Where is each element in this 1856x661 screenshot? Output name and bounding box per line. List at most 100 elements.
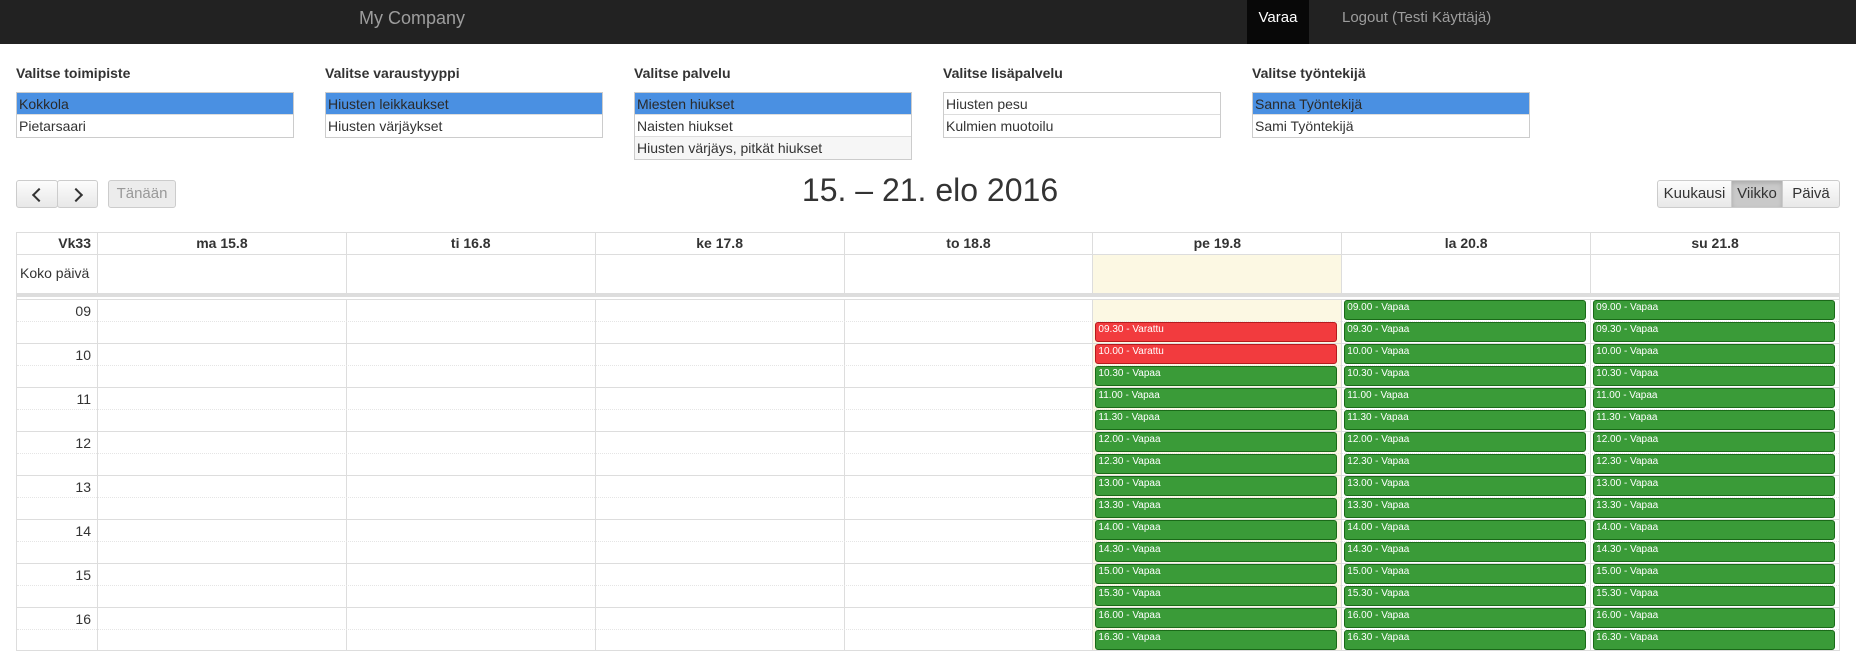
filter-listbox[interactable]: Miesten hiukset Naisten hiukset Hiusten vä… [634,92,912,160]
filter-option[interactable]: Hiusten leikkaukset [326,93,602,115]
free-slot-event[interactable]: 13.30 - Vapaa [1095,498,1338,518]
free-slot-event[interactable]: 14.00 - Vapaa [1095,520,1338,540]
free-slot-event[interactable]: 16.30 - Vapaa [1344,630,1587,650]
all-day-cell[interactable] [594,255,844,293]
day-header: ti 16.8 [345,233,595,254]
free-slot-event[interactable]: 10.30 - Vapaa [1593,366,1835,386]
filter-group: Valitse palvelu Miesten hiukset Naisten hi… [634,64,912,160]
view-button[interactable]: Kuukausi [1657,180,1732,208]
free-slot-event[interactable]: 16.00 - Vapaa [1344,608,1587,628]
filter-group: Valitse varaustyyppi Hiusten leikkaukset H… [325,64,603,138]
free-slot-event[interactable]: 11.30 - Vapaa [1095,410,1338,430]
free-slot-event[interactable]: 12.00 - Vapaa [1095,432,1338,452]
week-calendar: Vk33 ma 15.8 ti 16.8 ke 17.8 to 18.8 pe 19.8… [16,232,1840,651]
day-header: la 20.8 [1341,233,1590,254]
filter-option[interactable]: Hiusten pesu [944,93,1220,115]
hour-label: 15 [75,567,91,583]
free-slot-event[interactable]: 10.00 - Vapaa [1593,344,1835,364]
free-slot-event[interactable]: 09.00 - Vapaa [1344,300,1587,320]
day-header: ke 17.8 [594,233,844,254]
free-slot-event[interactable]: 11.00 - Vapaa [1593,388,1835,408]
nav-item-varaa[interactable]: Varaa [1247,0,1309,44]
hour-label: 09 [75,303,91,319]
free-slot-event[interactable]: 10.30 - Vapaa [1095,366,1338,386]
free-slot-event[interactable]: 16.00 - Vapaa [1593,608,1835,628]
day-header: ma 15.8 [97,233,346,254]
all-day-cell[interactable] [1092,255,1342,293]
next-button[interactable] [57,180,98,208]
week-number: Vk33 [58,235,91,251]
filter-option[interactable]: Pietarsaari [17,115,293,137]
booked-slot-event[interactable]: 09.30 - Varattu [1095,322,1338,342]
free-slot-event[interactable]: 11.00 - Vapaa [1344,388,1587,408]
free-slot-event[interactable]: 12.00 - Vapaa [1344,432,1587,452]
view-button[interactable]: Viikko [1731,180,1783,208]
filter-label: Valitse toimipiste [16,65,131,81]
filter-option[interactable]: Kulmien muotoilu [944,115,1220,137]
free-slot-event[interactable]: 16.30 - Vapaa [1095,630,1338,650]
free-slot-event[interactable]: 15.00 - Vapaa [1095,564,1338,584]
free-slot-event[interactable]: 13.30 - Vapaa [1593,498,1835,518]
hour-label: 12 [75,435,91,451]
all-day-cell[interactable] [1590,255,1839,293]
all-day-cell[interactable] [843,255,1093,293]
free-slot-event[interactable]: 14.30 - Vapaa [1593,542,1835,562]
hour-label: 13 [75,479,91,495]
free-slot-event[interactable]: 15.00 - Vapaa [1593,564,1835,584]
free-slot-event[interactable]: 14.00 - Vapaa [1344,520,1587,540]
filter-option[interactable]: Naisten hiukset [635,115,911,137]
free-slot-event[interactable]: 15.00 - Vapaa [1344,564,1587,584]
all-day-cell[interactable] [1341,255,1590,293]
free-slot-event[interactable]: 11.00 - Vapaa [1095,388,1338,408]
free-slot-event[interactable]: 13.30 - Vapaa [1344,498,1587,518]
filter-label: Valitse varaustyyppi [325,65,460,81]
free-slot-event[interactable]: 09.30 - Vapaa [1593,322,1835,342]
free-slot-event[interactable]: 13.00 - Vapaa [1344,476,1587,496]
free-slot-event[interactable]: 15.30 - Vapaa [1344,586,1587,606]
filter-option[interactable]: Hiusten värjäys, pitkät hiukset [635,137,911,159]
filter-listbox[interactable]: Hiusten pesu Kulmien muotoilu [943,92,1221,138]
all-day-cell[interactable] [345,255,595,293]
filter-option[interactable]: Sanna Työntekijä [1253,93,1529,115]
filter-listbox[interactable]: Hiusten leikkaukset Hiusten värjäykset [325,92,603,138]
view-button[interactable]: Päivä [1782,180,1840,208]
hour-label: 16 [75,611,91,627]
filter-listbox[interactable]: Sanna Työntekijä Sami Työntekijä [1252,92,1530,138]
free-slot-event[interactable]: 16.00 - Vapaa [1095,608,1338,628]
free-slot-event[interactable]: 16.30 - Vapaa [1593,630,1835,650]
filter-option[interactable]: Sami Työntekijä [1253,115,1529,137]
free-slot-event[interactable]: 11.30 - Vapaa [1593,410,1835,430]
free-slot-event[interactable]: 14.30 - Vapaa [1344,542,1587,562]
filter-group: Valitse toimipiste Kokkola Pietarsaari [16,64,294,138]
free-slot-event[interactable]: 15.30 - Vapaa [1095,586,1338,606]
free-slot-event[interactable]: 09.30 - Vapaa [1344,322,1587,342]
all-day-cell[interactable] [97,255,346,293]
free-slot-event[interactable]: 09.00 - Vapaa [1593,300,1835,320]
booked-slot-event[interactable]: 10.00 - Varattu [1095,344,1338,364]
time-grid: 09 10 11 12 13 14 15 16 09.30 - Varattu 10.00 - V… [17,299,1839,650]
free-slot-event[interactable]: 13.00 - Vapaa [1095,476,1338,496]
prev-button[interactable] [16,180,58,208]
filter-option[interactable]: Kokkola [17,93,293,115]
free-slot-event[interactable]: 14.30 - Vapaa [1095,542,1338,562]
free-slot-event[interactable]: 14.00 - Vapaa [1593,520,1835,540]
free-slot-event[interactable]: 10.30 - Vapaa [1344,366,1587,386]
filter-group: Valitse lisäpalvelu Hiusten pesu Kulmien m… [943,64,1221,138]
date-range-title: 15. – 21. elo 2016 [801,172,1059,208]
free-slot-event[interactable]: 12.00 - Vapaa [1593,432,1835,452]
filter-listbox[interactable]: Kokkola Pietarsaari [16,92,294,138]
free-slot-event[interactable]: 13.00 - Vapaa [1593,476,1835,496]
calendar-header: Vk33 ma 15.8 ti 16.8 ke 17.8 to 18.8 pe 19.8… [17,233,1839,255]
logout-link[interactable]: Logout (Testi Käyttäjä) [1342,0,1491,36]
today-button[interactable]: Tänään [108,180,176,208]
free-slot-event[interactable]: 12.30 - Vapaa [1593,454,1835,474]
free-slot-event[interactable]: 12.30 - Vapaa [1095,454,1338,474]
free-slot-event[interactable]: 10.00 - Vapaa [1344,344,1587,364]
free-slot-event[interactable]: 15.30 - Vapaa [1593,586,1835,606]
filter-option[interactable]: Miesten hiukset [635,93,911,115]
filter-option[interactable]: Hiusten värjäykset [326,115,602,137]
brand-link[interactable]: My Company [359,8,465,28]
filter-label: Valitse palvelu [634,65,731,81]
free-slot-event[interactable]: 11.30 - Vapaa [1344,410,1587,430]
free-slot-event[interactable]: 12.30 - Vapaa [1344,454,1587,474]
